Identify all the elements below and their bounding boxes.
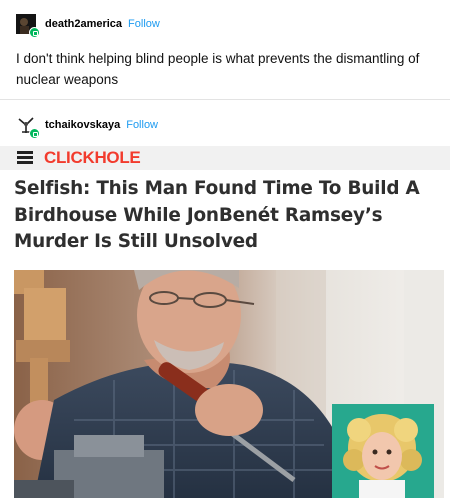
follow-button[interactable]: Follow (126, 119, 158, 131)
avatar[interactable] (16, 115, 40, 139)
divider (0, 99, 450, 100)
article-photo[interactable] (14, 270, 444, 498)
avatar[interactable] (16, 14, 40, 38)
article-headline[interactable]: Selfish: This Man Found Time To Build A … (14, 176, 444, 256)
username[interactable]: death2america (45, 18, 122, 30)
post-header-2: tchaikovskaya Follow (16, 115, 158, 139)
avatar-badge-icon (29, 27, 40, 38)
menu-icon[interactable] (17, 151, 33, 164)
post-text: I don't think helping blind people is wh… (16, 51, 420, 87)
clickhole-logo[interactable]: CLICKHOLE (44, 148, 141, 168)
follow-button[interactable]: Follow (128, 18, 160, 30)
post-header-1: death2america Follow (16, 14, 160, 38)
username[interactable]: tchaikovskaya (45, 119, 120, 131)
avatar-badge-icon (29, 128, 40, 139)
